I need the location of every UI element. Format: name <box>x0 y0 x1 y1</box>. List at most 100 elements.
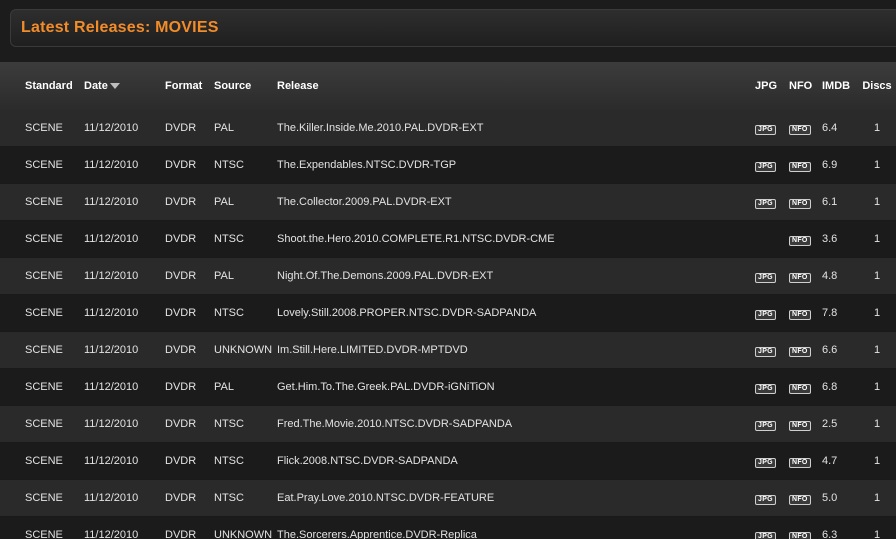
nfo-icon[interactable]: NFO <box>789 309 811 320</box>
cell-jpg: JPG <box>755 442 789 480</box>
table-row[interactable]: SCENE 11/12/2010 DVDR NTSC Lovely.Still.2008… <box>0 294 896 332</box>
cell-standard: SCENE <box>0 110 84 147</box>
table-row[interactable]: SCENE 11/12/2010 DVDR NTSC Shoot.the.Hero.20… <box>0 220 896 258</box>
cell-imdb: 6.3 <box>822 516 858 539</box>
cell-source: UNKNOWN <box>214 516 277 539</box>
cell-nfo: NFO <box>789 331 822 369</box>
table-row[interactable]: SCENE 11/12/2010 DVDR PAL Night.Of.The.Demon… <box>0 257 896 295</box>
cell-source: NTSC <box>214 442 277 480</box>
column-header-discs[interactable]: Discs <box>858 62 896 110</box>
nfo-icon[interactable]: NFO <box>789 272 811 283</box>
table-row[interactable]: SCENE 11/12/2010 DVDR NTSC The.Expendables.N… <box>0 146 896 184</box>
jpg-icon[interactable]: JPG <box>755 383 776 394</box>
table-header-row: Standard Date Format Source Release JPG … <box>0 62 896 110</box>
cell-standard: SCENE <box>0 405 84 443</box>
column-header-standard[interactable]: Standard <box>0 62 84 110</box>
table-row[interactable]: SCENE 11/12/2010 DVDR PAL The.Killer.Inside.… <box>0 110 896 147</box>
cell-imdb: 7.8 <box>822 294 858 332</box>
cell-format: DVDR <box>165 220 214 258</box>
cell-imdb: 6.8 <box>822 368 858 406</box>
cell-source: PAL <box>214 183 277 221</box>
cell-release-link[interactable]: Night.Of.The.Demons.2009.PAL.DVDR-EXT <box>277 257 755 295</box>
cell-nfo: NFO <box>789 516 822 539</box>
nfo-icon[interactable]: NFO <box>789 494 811 505</box>
jpg-icon[interactable]: JPG <box>755 346 776 357</box>
column-header-imdb[interactable]: IMDB <box>822 62 858 110</box>
cell-imdb: 6.6 <box>822 331 858 369</box>
cell-discs: 1 <box>858 183 896 221</box>
jpg-icon[interactable]: JPG <box>755 198 776 209</box>
jpg-icon[interactable]: JPG <box>755 124 776 135</box>
cell-jpg: JPG <box>755 110 789 147</box>
cell-release-link[interactable]: The.Collector.2009.PAL.DVDR-EXT <box>277 183 755 221</box>
table-row[interactable]: SCENE 11/12/2010 DVDR UNKNOWN Im.Still.Here.… <box>0 331 896 369</box>
cell-release-link[interactable]: Eat.Pray.Love.2010.NTSC.DVDR-FEATURE <box>277 479 755 517</box>
cell-release-link[interactable]: Im.Still.Here.LIMITED.DVDR-MPTDVD <box>277 331 755 369</box>
nfo-icon[interactable]: NFO <box>789 124 811 135</box>
cell-date: 11/12/2010 <box>84 220 165 258</box>
nfo-icon[interactable]: NFO <box>789 531 811 539</box>
cell-date: 11/12/2010 <box>84 516 165 539</box>
cell-discs: 1 <box>858 110 896 147</box>
column-header-jpg[interactable]: JPG <box>755 62 789 110</box>
cell-release-link[interactable]: Fred.The.Movie.2010.NTSC.DVDR-SADPANDA <box>277 405 755 443</box>
cell-release-link[interactable]: The.Killer.Inside.Me.2010.PAL.DVDR-EXT <box>277 110 755 147</box>
cell-discs: 1 <box>858 516 896 539</box>
cell-standard: SCENE <box>0 257 84 295</box>
cell-format: DVDR <box>165 110 214 147</box>
cell-jpg <box>755 220 789 258</box>
jpg-icon[interactable]: JPG <box>755 309 776 320</box>
cell-standard: SCENE <box>0 479 84 517</box>
cell-release-link[interactable]: Flick.2008.NTSC.DVDR-SADPANDA <box>277 442 755 480</box>
cell-jpg: JPG <box>755 331 789 369</box>
nfo-icon[interactable]: NFO <box>789 235 811 246</box>
jpg-icon[interactable]: JPG <box>755 420 776 431</box>
cell-nfo: NFO <box>789 294 822 332</box>
nfo-icon[interactable]: NFO <box>789 161 811 172</box>
cell-nfo: NFO <box>789 405 822 443</box>
cell-date: 11/12/2010 <box>84 257 165 295</box>
cell-release-link[interactable]: The.Sorcerers.Apprentice.DVDR-Replica <box>277 516 755 539</box>
nfo-icon[interactable]: NFO <box>789 383 811 394</box>
cell-nfo: NFO <box>789 146 822 184</box>
column-header-nfo[interactable]: NFO <box>789 62 822 110</box>
nfo-icon[interactable]: NFO <box>789 346 811 357</box>
column-header-source[interactable]: Source <box>214 62 277 110</box>
cell-release-link[interactable]: Lovely.Still.2008.PROPER.NTSC.DVDR-SADPA… <box>277 294 755 332</box>
cell-release-link[interactable]: Get.Him.To.The.Greek.PAL.DVDR-iGNiTiON <box>277 368 755 406</box>
jpg-icon[interactable]: JPG <box>755 272 776 283</box>
jpg-icon[interactable]: JPG <box>755 531 776 539</box>
table-row[interactable]: SCENE 11/12/2010 DVDR NTSC Flick.2008.NTSC.D… <box>0 442 896 480</box>
cell-jpg: JPG <box>755 183 789 221</box>
cell-format: DVDR <box>165 183 214 221</box>
cell-nfo: NFO <box>789 257 822 295</box>
column-header-date[interactable]: Date <box>84 62 165 110</box>
cell-release-link[interactable]: Shoot.the.Hero.2010.COMPLETE.R1.NTSC.DVD… <box>277 220 755 258</box>
table-row[interactable]: SCENE 11/12/2010 DVDR NTSC Eat.Pray.Love.201… <box>0 479 896 517</box>
cell-jpg: JPG <box>755 368 789 406</box>
jpg-icon[interactable]: JPG <box>755 161 776 172</box>
cell-source: PAL <box>214 368 277 406</box>
table-row[interactable]: SCENE 11/12/2010 DVDR NTSC Fred.The.Movie.20… <box>0 405 896 443</box>
cell-standard: SCENE <box>0 183 84 221</box>
cell-standard: SCENE <box>0 516 84 539</box>
cell-release-link[interactable]: The.Expendables.NTSC.DVDR-TGP <box>277 146 755 184</box>
cell-format: DVDR <box>165 442 214 480</box>
releases-table-container: Standard Date Format Source Release JPG … <box>0 62 896 539</box>
nfo-icon[interactable]: NFO <box>789 420 811 431</box>
cell-discs: 1 <box>858 442 896 480</box>
nfo-icon[interactable]: NFO <box>789 198 811 209</box>
cell-date: 11/12/2010 <box>84 146 165 184</box>
nfo-icon[interactable]: NFO <box>789 457 811 468</box>
page-header: Latest Releases: MOVIES <box>10 9 896 47</box>
column-header-release[interactable]: Release <box>277 62 755 110</box>
cell-date: 11/12/2010 <box>84 442 165 480</box>
jpg-icon[interactable]: JPG <box>755 494 776 505</box>
table-row[interactable]: SCENE 11/12/2010 DVDR UNKNOWN The.Sorcerers.… <box>0 516 896 539</box>
jpg-icon[interactable]: JPG <box>755 457 776 468</box>
cell-imdb: 6.4 <box>822 110 858 147</box>
column-header-format[interactable]: Format <box>165 62 214 110</box>
table-row[interactable]: SCENE 11/12/2010 DVDR PAL The.Collector.2009… <box>0 183 896 221</box>
table-row[interactable]: SCENE 11/12/2010 DVDR PAL Get.Him.To.The.Gre… <box>0 368 896 406</box>
cell-source: NTSC <box>214 146 277 184</box>
